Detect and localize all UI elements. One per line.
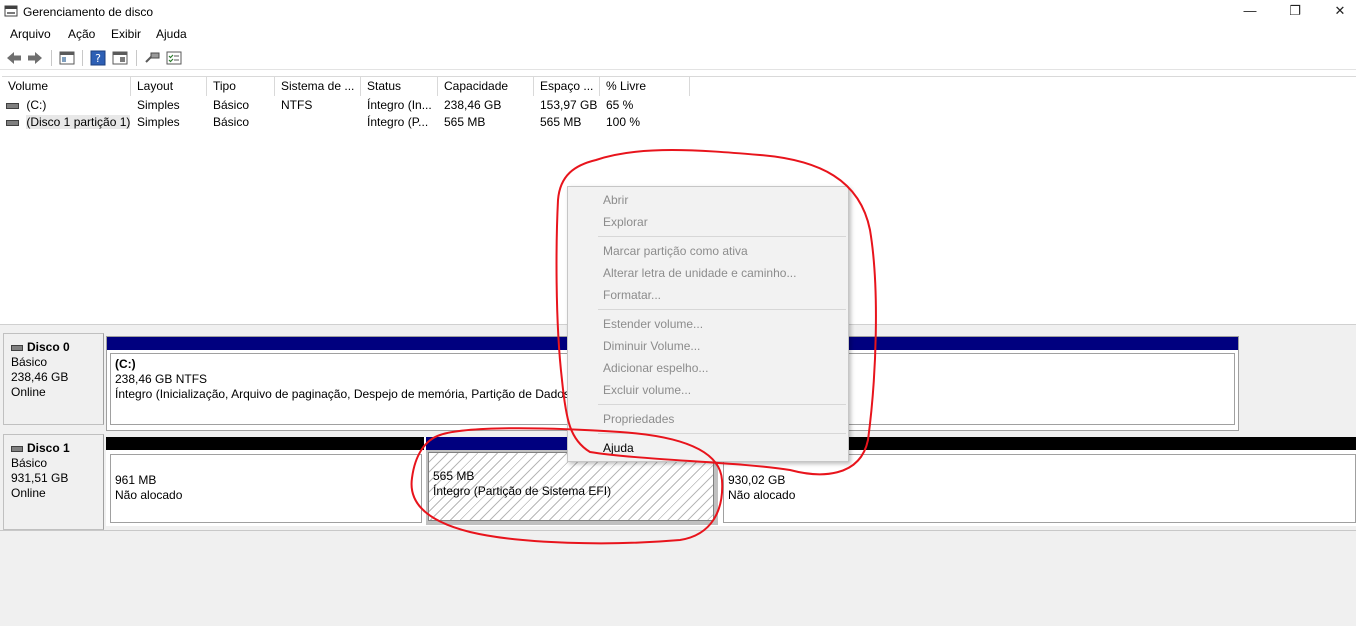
back-arrow-icon[interactable] [5,49,23,67]
livre-cell: 65 % [606,98,634,112]
layout-cell: Simples [137,98,180,112]
disk-1-title-row: Disco 1 [11,441,103,456]
layout-cell: Simples [137,115,180,129]
efi-system-partition[interactable]: 565 MB Íntegro (Partição de Sistema EFI) [428,452,714,521]
close-button[interactable]: ✕ [1317,0,1356,24]
svg-text:?: ? [95,52,101,65]
disk-name: Disco 0 [27,340,70,354]
menu-item-alterar-letra[interactable]: Alterar letra de unidade e caminho... [568,262,848,284]
volume-name: (C:) [26,98,47,112]
volume-name: (Disco 1 partição 1) [26,115,130,129]
table-row[interactable]: (Disco 1 partição 1) Simples Básico Ínte… [2,114,1356,131]
partition-size: 565 MB [433,469,475,483]
toolbar-separator [51,50,52,66]
column-header-volume[interactable]: Volume [2,77,131,96]
status-cell: Íntegro (In... [367,98,432,112]
tipo-cell: Básico [213,115,250,129]
window-title: Gerenciamento de disco [23,5,154,19]
disk-size: 238,46 GB [11,370,69,384]
column-header-espaco[interactable]: Espaço ... [534,77,600,96]
column-header-sistema[interactable]: Sistema de ... [275,77,361,96]
column-header-status[interactable]: Status [361,77,438,96]
menu-bar: Arquivo Ação Exibir Ajuda [0,24,1356,44]
tipo-cell: Básico [213,98,250,112]
console-tree-icon[interactable] [58,49,76,67]
menu-item-ajuda[interactable]: Ajuda [568,437,848,459]
minimize-button[interactable]: — [1227,0,1273,24]
menu-separator [598,433,846,434]
menu-separator [598,236,846,237]
column-header-tipo[interactable]: Tipo [207,77,275,96]
menu-separator [598,309,846,310]
help-icon[interactable]: ? [89,49,107,67]
table-row[interactable]: (C:) Simples Básico NTFS Íntegro (In... … [2,97,1356,114]
volume-cell: (C:) [6,97,130,113]
disk-state: Online [11,486,46,500]
disk-0-label[interactable]: Disco 0 Básico 238,46 GB Online [3,333,104,425]
menu-item-propriedades[interactable]: Propriedades [568,408,848,430]
partition-size: 930,02 GB [728,473,786,487]
disk-name: Disco 1 [27,441,70,455]
sistema-cell [281,114,359,130]
menu-item-marcar-ativa[interactable]: Marcar partição como ativa [568,240,848,262]
menu-acao[interactable]: Ação [68,27,95,41]
espaco-cell: 565 MB [540,115,582,129]
menu-item-abrir[interactable]: Abrir [568,189,848,211]
menu-item-estender[interactable]: Estender volume... [568,313,848,335]
partition-size: 961 MB [115,473,157,487]
toolbar: ? [0,46,1356,70]
sistema-cell: NTFS [281,98,313,112]
partition-status: Não alocado [115,488,183,502]
partition-status: Íntegro (Partição de Sistema EFI) [433,484,612,498]
connect-drive-icon[interactable] [143,49,161,67]
drive-icon [6,102,19,109]
menu-item-adicionar-espelho[interactable]: Adicionar espelho... [568,357,848,379]
menu-item-formatar[interactable]: Formatar... [568,284,848,306]
menu-exibir[interactable]: Exibir [111,27,141,41]
menu-separator [598,404,846,405]
title-bar: Gerenciamento de disco — ❐ ✕ [0,0,1356,24]
disk-0-title-row: Disco 0 [11,340,103,355]
drive-icon [6,119,19,126]
capacidade-cell: 565 MB [444,115,486,129]
menu-item-diminuir[interactable]: Diminuir Volume... [568,335,848,357]
disk-1-label[interactable]: Disco 1 Básico 931,51 GB Online [3,434,104,530]
disk-icon [11,445,23,452]
capacidade-cell: 238,46 GB [444,98,502,112]
disk-icon [11,344,23,351]
disk-type: Básico [11,456,48,470]
column-header-layout[interactable]: Layout [131,77,207,96]
disk-state: Online [11,385,46,399]
menu-ajuda[interactable]: Ajuda [156,27,187,41]
unallocated-partition-930gb[interactable]: 930,02 GB Não alocado [723,454,1356,523]
disk-management-app-icon [4,5,18,17]
menu-item-explorar[interactable]: Explorar [568,211,848,233]
context-menu: Abrir Explorar Marcar partição como ativ… [567,186,849,462]
unallocated-bar [106,437,424,450]
checklist-icon[interactable] [165,49,183,67]
livre-cell: 100 % [606,115,641,129]
column-header-livre[interactable]: % Livre [600,77,690,96]
disk-type: Básico [11,355,48,369]
toolbar-separator [136,50,137,66]
unallocated-partition-961mb[interactable]: 961 MB Não alocado [110,454,422,523]
partition-status: Não alocado [728,488,796,502]
column-header-capacidade[interactable]: Capacidade [438,77,534,96]
maximize-button[interactable]: ❐ [1272,0,1318,24]
forward-arrow-icon[interactable] [26,49,44,67]
pane-bottom-divider [0,530,1356,531]
toolbar-separator [82,50,83,66]
espaco-cell: 153,97 GB [540,98,598,112]
menu-arquivo[interactable]: Arquivo [10,27,51,41]
disk-size: 931,51 GB [11,471,69,485]
properties-icon[interactable] [111,49,129,67]
menu-item-excluir[interactable]: Excluir volume... [568,379,848,401]
status-cell: Íntegro (P... [367,115,429,129]
volume-cell: (Disco 1 partição 1) [6,114,130,130]
